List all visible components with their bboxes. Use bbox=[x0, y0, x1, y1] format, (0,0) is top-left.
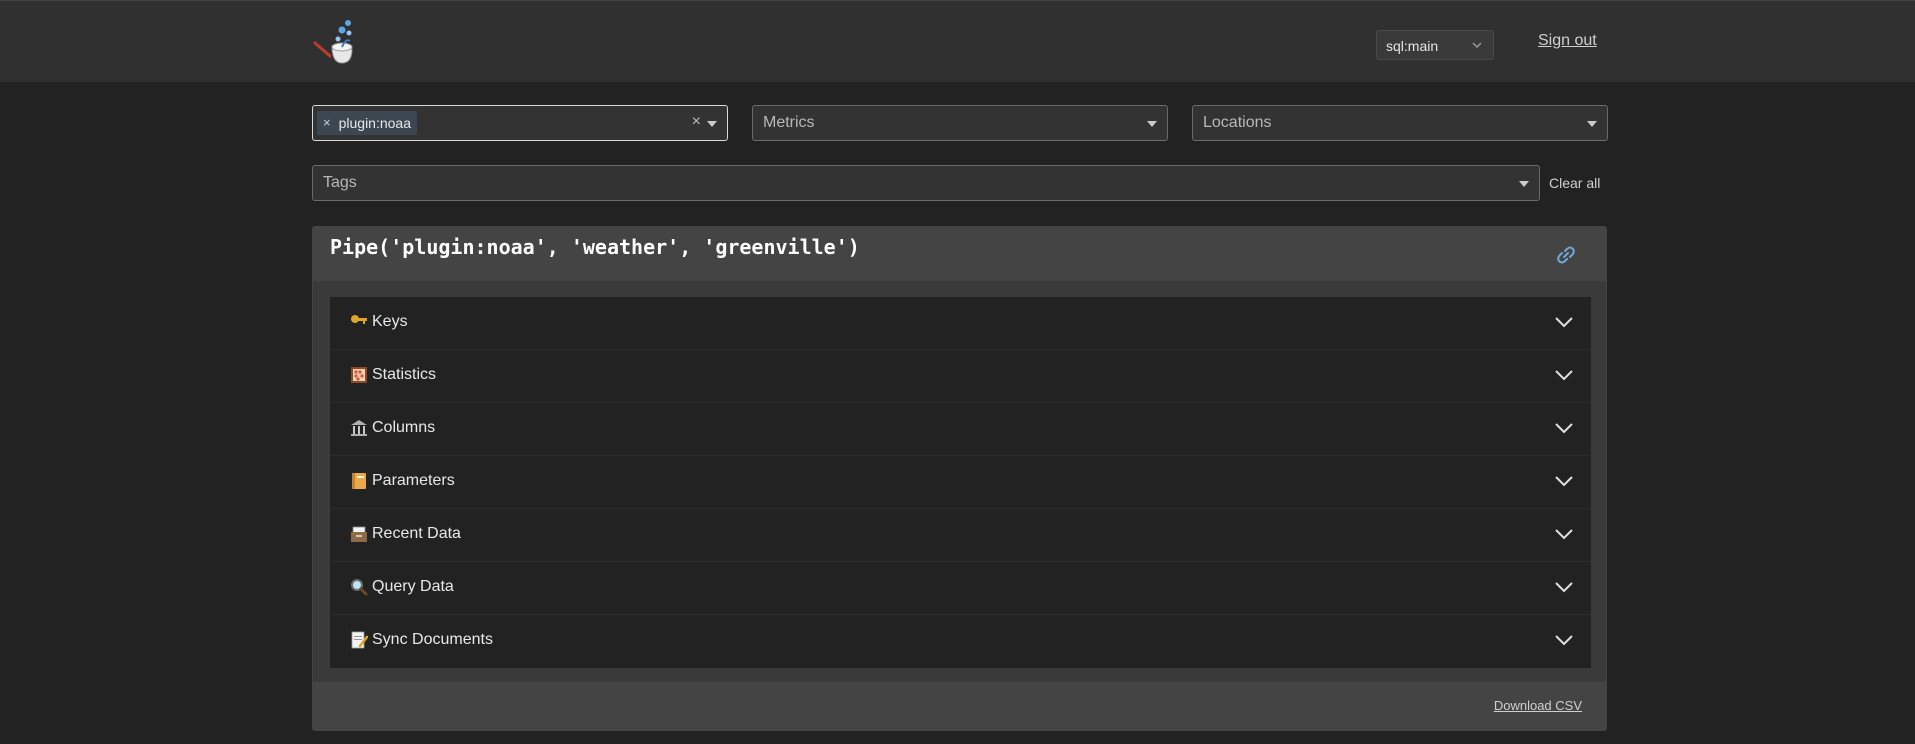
accordion-item-keys[interactable]: Keys bbox=[330, 297, 1591, 350]
classical-building-icon bbox=[351, 420, 367, 436]
chevron-down-icon[interactable] bbox=[1555, 475, 1573, 487]
caret-down-icon[interactable] bbox=[1519, 181, 1529, 187]
accordion-label: Keys bbox=[372, 313, 408, 330]
accordion-label: Statistics bbox=[372, 366, 437, 383]
abacus-icon bbox=[351, 367, 367, 383]
instance-select[interactable]: sql:main bbox=[1376, 30, 1494, 60]
chevron-down-icon[interactable] bbox=[1555, 634, 1573, 646]
accordion-label: Sync Documents bbox=[372, 631, 493, 648]
caret-down-icon[interactable] bbox=[1587, 121, 1597, 127]
accordion-label: Recent Data bbox=[372, 525, 461, 542]
notebook-icon bbox=[352, 473, 366, 489]
locations-placeholder: Locations bbox=[1203, 114, 1272, 131]
connector-keys-dropdown[interactable]: × plugin:noaa × bbox=[312, 105, 728, 141]
locations-dropdown[interactable]: Locations bbox=[1192, 105, 1608, 141]
accordion-item-recent-data[interactable]: Recent Data bbox=[330, 509, 1591, 562]
download-csv-link[interactable]: Download CSV bbox=[1494, 698, 1582, 713]
accordion-label: Query Data bbox=[372, 578, 454, 595]
connector-chip: × plugin:noaa bbox=[317, 111, 417, 135]
accordion-item-sync-documents[interactable]: Sync Documents bbox=[330, 615, 1591, 668]
pipe-title: Pipe('plugin:noaa', 'weather', 'greenvil… bbox=[330, 235, 860, 259]
connector-chip-label: plugin:noaa bbox=[338, 115, 411, 131]
chevron-down-icon bbox=[1472, 42, 1482, 49]
remove-chip-icon[interactable]: × bbox=[323, 115, 331, 135]
pipe-card-footer: Download CSV bbox=[313, 682, 1606, 730]
chevron-down-icon[interactable] bbox=[1555, 316, 1573, 328]
tags-placeholder: Tags bbox=[323, 174, 357, 191]
link-icon[interactable] bbox=[1556, 245, 1576, 265]
pipe-accordion: Keys Statistics Columns Parameters Recen… bbox=[330, 297, 1591, 668]
instance-select-value: sql:main bbox=[1386, 38, 1439, 54]
chevron-down-icon[interactable] bbox=[1555, 528, 1573, 540]
metrics-placeholder: Metrics bbox=[763, 114, 815, 131]
pipe-card-header: Pipe('plugin:noaa', 'weather', 'greenvil… bbox=[313, 227, 1606, 281]
metrics-dropdown[interactable]: Metrics bbox=[752, 105, 1168, 141]
sign-out-link[interactable]: Sign out bbox=[1538, 32, 1597, 50]
accordion-label: Columns bbox=[372, 419, 436, 436]
tags-dropdown[interactable]: Tags bbox=[312, 165, 1540, 201]
accordion-label: Parameters bbox=[372, 472, 455, 489]
memo-icon bbox=[351, 631, 368, 649]
key-icon bbox=[351, 315, 367, 324]
accordion-item-columns[interactable]: Columns bbox=[330, 403, 1591, 456]
clear-all-button[interactable]: Clear all bbox=[1549, 175, 1600, 191]
accordion-item-parameters[interactable]: Parameters bbox=[330, 456, 1591, 509]
clear-selection-icon[interactable]: × bbox=[692, 113, 701, 131]
top-navbar: sql:main Sign out bbox=[0, 0, 1915, 82]
pipe-card: Pipe('plugin:noaa', 'weather', 'greenvil… bbox=[312, 226, 1607, 731]
chevron-down-icon[interactable] bbox=[1555, 581, 1573, 593]
chevron-down-icon[interactable] bbox=[1555, 369, 1573, 381]
card-file-box-icon bbox=[351, 526, 367, 542]
meerschaum-logo-icon[interactable] bbox=[312, 16, 362, 68]
accordion-item-query-data[interactable]: Query Data bbox=[330, 562, 1591, 615]
caret-down-icon[interactable] bbox=[707, 121, 717, 127]
chevron-down-icon[interactable] bbox=[1555, 422, 1573, 434]
accordion-item-statistics[interactable]: Statistics bbox=[330, 350, 1591, 403]
caret-down-icon[interactable] bbox=[1147, 121, 1157, 127]
magnifier-icon bbox=[351, 579, 368, 596]
